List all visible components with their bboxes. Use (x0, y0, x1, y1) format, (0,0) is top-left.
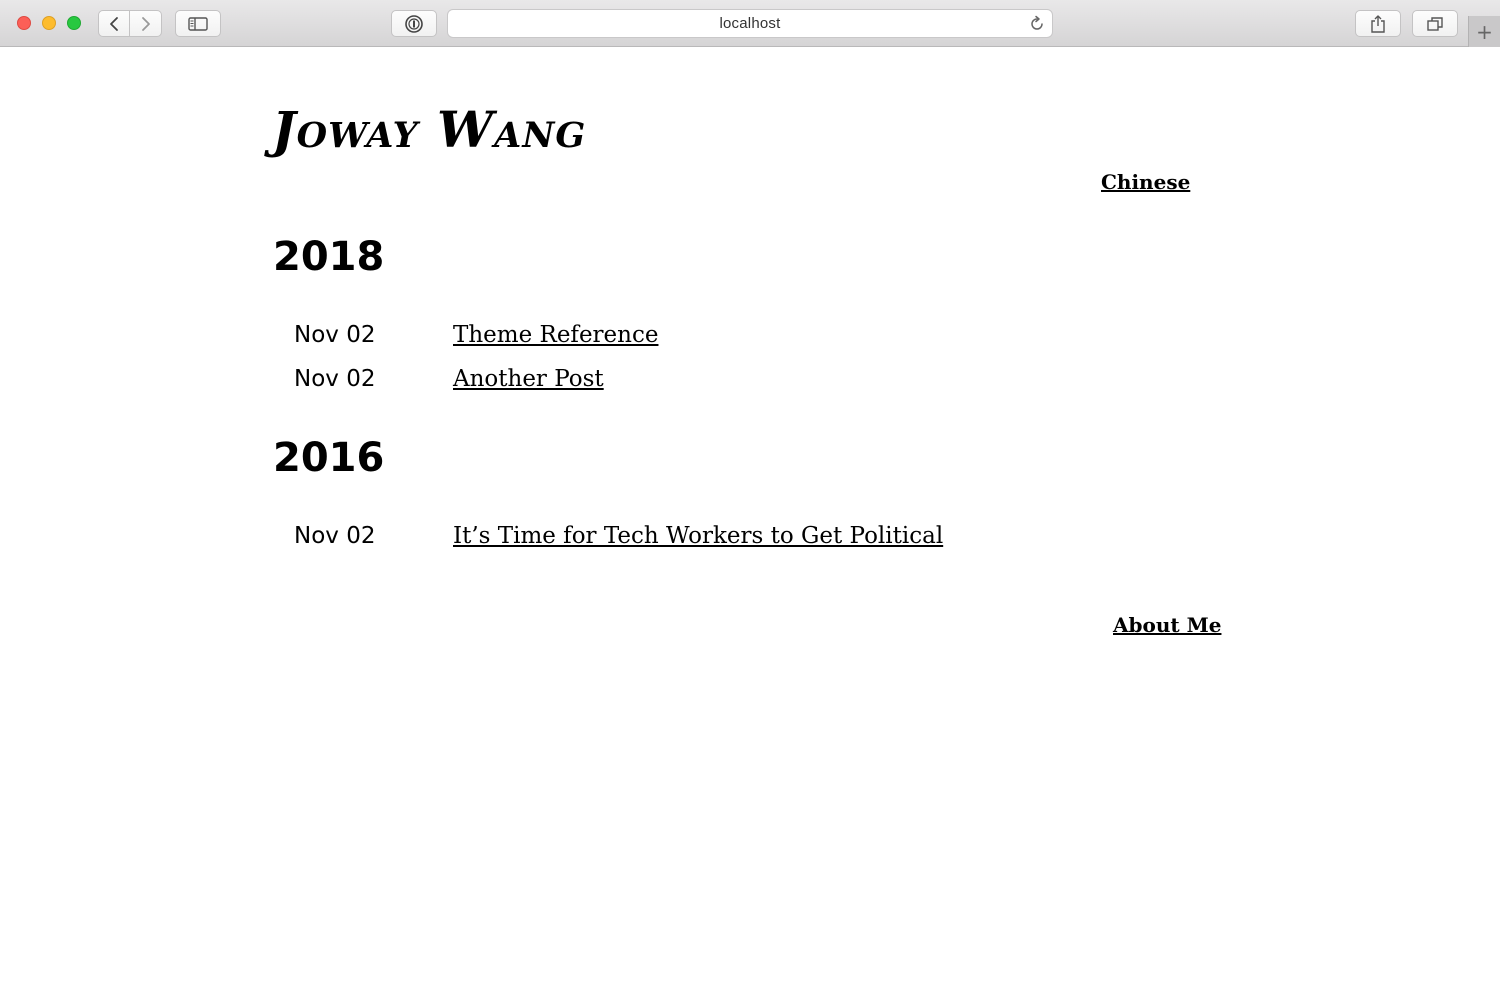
post-date: Nov 02 (294, 366, 376, 392)
tabs-overview-button[interactable] (1412, 10, 1458, 37)
address-bar[interactable]: localhost (447, 9, 1053, 38)
chevron-right-icon (141, 16, 150, 31)
post-date: Nov 02 (294, 322, 376, 348)
sidebar-icon (188, 16, 208, 31)
chevron-left-icon (110, 16, 118, 31)
archive-year-heading: 2016 (273, 435, 385, 481)
password-manager-button[interactable] (391, 10, 437, 37)
sidebar-toggle-button[interactable] (175, 10, 221, 37)
archive-year-heading: 2018 (273, 234, 385, 280)
back-button[interactable] (98, 10, 130, 37)
language-link-chinese[interactable]: Chinese (1101, 168, 1190, 196)
share-button[interactable] (1355, 10, 1401, 37)
plus-icon: + (1476, 19, 1493, 44)
about-me-link[interactable]: About Me (1113, 611, 1221, 639)
site-title[interactable]: Joway Wang (272, 98, 586, 162)
new-tab-button[interactable]: + (1468, 16, 1500, 47)
post-link-tech-workers[interactable]: It’s Time for Tech Workers to Get Politi… (453, 521, 943, 551)
post-link-another-post[interactable]: Another Post (453, 364, 604, 394)
tabs-overview-icon (1427, 16, 1443, 31)
post-link-theme-reference[interactable]: Theme Reference (453, 320, 658, 350)
window-minimize-button[interactable] (42, 16, 56, 30)
window-maximize-button[interactable] (67, 16, 81, 30)
password-manager-icon (405, 14, 423, 33)
share-icon (1371, 14, 1385, 33)
window-close-button[interactable] (17, 16, 31, 30)
reload-icon[interactable] (1028, 15, 1046, 33)
address-text: localhost (719, 15, 781, 32)
browser-toolbar: localhost + (0, 0, 1500, 47)
forward-button[interactable] (130, 10, 162, 37)
post-date: Nov 02 (294, 523, 376, 549)
